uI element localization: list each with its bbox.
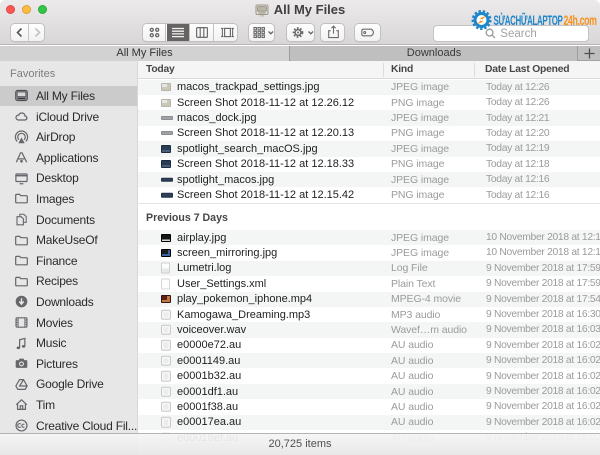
svg-text:SỬACHỮALAPTOP: SỬACHỮALAPTOP bbox=[494, 11, 563, 29]
svg-text:24h.com: 24h.com bbox=[564, 13, 597, 29]
